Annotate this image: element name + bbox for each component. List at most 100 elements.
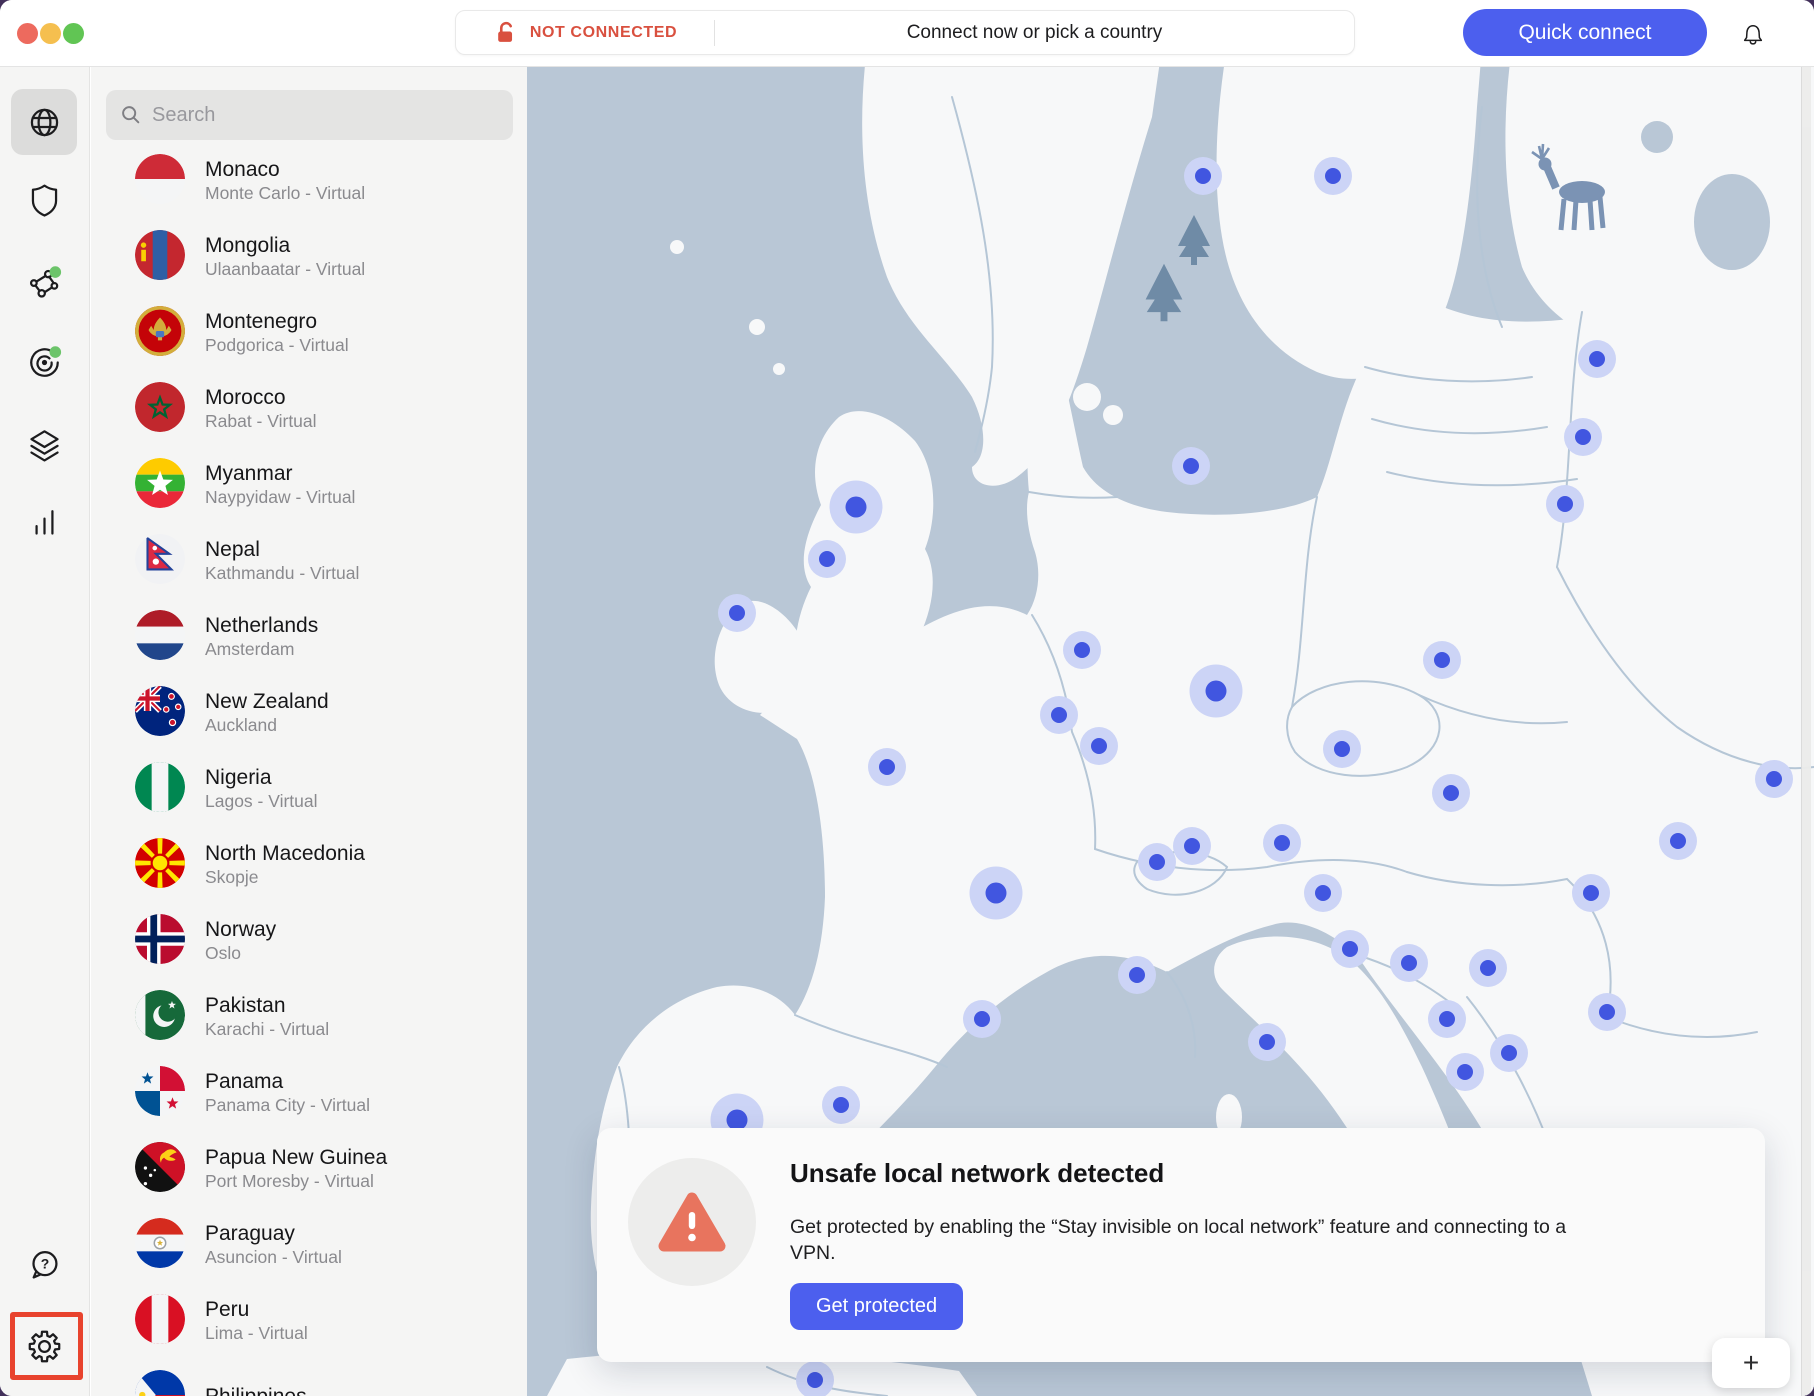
country-name: Montenegro — [205, 309, 349, 335]
map-pin[interactable] — [808, 540, 846, 578]
sidebar-item-meshnet[interactable] — [11, 249, 77, 315]
country-list-item[interactable]: Philippines — [91, 1359, 527, 1396]
get-protected-button[interactable]: Get protected — [790, 1283, 963, 1330]
unsafe-network-card: Unsafe local network detected Get protec… — [597, 1128, 1765, 1362]
map-pin[interactable] — [796, 1361, 834, 1396]
warning-icon — [628, 1158, 756, 1286]
map-pin[interactable] — [1588, 993, 1626, 1031]
country-list-item[interactable]: Netherlands Amsterdam — [91, 599, 527, 675]
map-pin[interactable] — [1755, 760, 1793, 798]
map-pin[interactable] — [1578, 340, 1616, 378]
country-list-item[interactable]: Panama Panama City - Virtual — [91, 1055, 527, 1131]
country-list-item[interactable]: Myanmar Naypyidaw - Virtual — [91, 447, 527, 523]
scrollbar[interactable] — [1801, 67, 1811, 1396]
sidebar-item-statistics[interactable] — [11, 487, 77, 553]
map-pin[interactable] — [1659, 822, 1697, 860]
country-list-item[interactable]: Peru Lima - Virtual — [91, 1283, 527, 1359]
country-flag-icon — [135, 990, 185, 1045]
sidebar-item-help[interactable]: ? — [11, 1232, 77, 1298]
close-window-button[interactable] — [17, 23, 38, 44]
map-pin[interactable] — [970, 867, 1023, 920]
map-pin[interactable] — [1080, 727, 1118, 765]
map-pin[interactable] — [1323, 730, 1361, 768]
map-pin[interactable] — [1172, 447, 1210, 485]
country-city: Oslo — [205, 943, 276, 965]
country-flag-icon — [135, 382, 185, 437]
country-city: Kathmandu - Virtual — [205, 563, 359, 585]
country-flag-icon — [135, 610, 185, 665]
map-pin[interactable] — [868, 748, 906, 786]
country-list-item[interactable]: Nepal Kathmandu - Virtual — [91, 523, 527, 599]
country-flag-icon — [135, 306, 185, 361]
map-pin[interactable] — [1304, 874, 1342, 912]
map-pin[interactable] — [1546, 485, 1584, 523]
map-pin[interactable] — [1428, 1000, 1466, 1038]
country-list-item[interactable]: Monaco Monte Carlo - Virtual — [91, 143, 527, 219]
map-pin[interactable] — [1490, 1034, 1528, 1072]
country-list-item[interactable]: Papua New Guinea Port Moresby - Virtual — [91, 1131, 527, 1207]
country-city: Ulaanbaatar - Virtual — [205, 259, 365, 281]
country-name: Philippines — [205, 1384, 307, 1396]
layers-icon — [24, 425, 65, 466]
map-pin[interactable] — [1469, 949, 1507, 987]
open-lock-icon — [493, 20, 518, 45]
map-pin[interactable] — [1248, 1023, 1286, 1061]
country-city: Rabat - Virtual — [205, 411, 317, 433]
map-pin[interactable] — [963, 1000, 1001, 1038]
sidebar-item-multihop[interactable] — [11, 412, 77, 478]
sidebar-item-countries[interactable] — [11, 89, 77, 155]
minimize-window-button[interactable] — [40, 23, 61, 44]
map-pin[interactable] — [1190, 665, 1243, 718]
map-pin[interactable] — [1564, 418, 1602, 456]
country-name: Mongolia — [205, 233, 365, 259]
country-flag-icon — [135, 534, 185, 589]
country-city: Podgorica - Virtual — [205, 335, 349, 357]
map-pin[interactable] — [1314, 157, 1352, 195]
notifications-bell-icon[interactable] — [1736, 18, 1770, 52]
country-list-item[interactable]: New Zealand Auckland — [91, 675, 527, 751]
zoom-window-button[interactable] — [63, 23, 84, 44]
country-city: Skopje — [205, 867, 365, 889]
svg-text:?: ? — [40, 1255, 49, 1271]
map-pin[interactable] — [1432, 774, 1470, 812]
sidebar-item-security[interactable] — [11, 165, 77, 231]
search-input[interactable] — [150, 103, 499, 128]
map-zoom-in-button[interactable]: + — [1712, 1338, 1790, 1388]
country-picker-field[interactable]: Connect now or pick a country — [715, 22, 1354, 44]
country-list-item[interactable]: Nigeria Lagos - Virtual — [91, 751, 527, 827]
map-pin[interactable] — [1118, 956, 1156, 994]
map-pin[interactable] — [1063, 631, 1101, 669]
map-pin[interactable] — [1446, 1053, 1484, 1091]
sidebar-item-settings[interactable] — [11, 1313, 77, 1379]
radar-icon — [24, 342, 65, 383]
country-list-item[interactable]: Norway Oslo — [91, 903, 527, 979]
map-pin[interactable] — [1331, 930, 1369, 968]
nordvpn-window: NOT CONNECTED Connect now or pick a coun… — [0, 0, 1814, 1396]
map-pin[interactable] — [1423, 641, 1461, 679]
map-pin[interactable] — [1138, 843, 1176, 881]
country-list-item[interactable]: Paraguay Asuncion - Virtual — [91, 1207, 527, 1283]
country-city: Port Moresby - Virtual — [205, 1171, 387, 1193]
country-name: New Zealand — [205, 689, 329, 715]
country-list-item[interactable]: Montenegro Podgorica - Virtual — [91, 295, 527, 371]
sidebar-item-monitor[interactable] — [11, 329, 77, 395]
map-pin[interactable] — [1572, 874, 1610, 912]
country-list-item[interactable]: Mongolia Ulaanbaatar - Virtual — [91, 219, 527, 295]
country-flag-icon — [135, 1066, 185, 1121]
status-label: NOT CONNECTED — [530, 24, 677, 42]
map-pin[interactable] — [822, 1086, 860, 1124]
map-pin[interactable] — [1040, 696, 1078, 734]
country-list-item[interactable]: Morocco Rabat - Virtual — [91, 371, 527, 447]
country-name: Morocco — [205, 385, 317, 411]
country-list-item[interactable]: Pakistan Karachi - Virtual — [91, 979, 527, 1055]
search-box[interactable] — [106, 90, 513, 140]
map-pin[interactable] — [1263, 824, 1301, 862]
country-list-item[interactable]: North Macedonia Skopje — [91, 827, 527, 903]
map-pin[interactable] — [830, 481, 883, 534]
map-pin[interactable] — [1390, 944, 1428, 982]
quick-connect-button[interactable]: Quick connect — [1463, 9, 1707, 56]
map-area[interactable]: Unsafe local network detected Get protec… — [527, 67, 1814, 1396]
map-pin[interactable] — [1173, 827, 1211, 865]
map-pin[interactable] — [1184, 157, 1222, 195]
map-pin[interactable] — [718, 594, 756, 632]
